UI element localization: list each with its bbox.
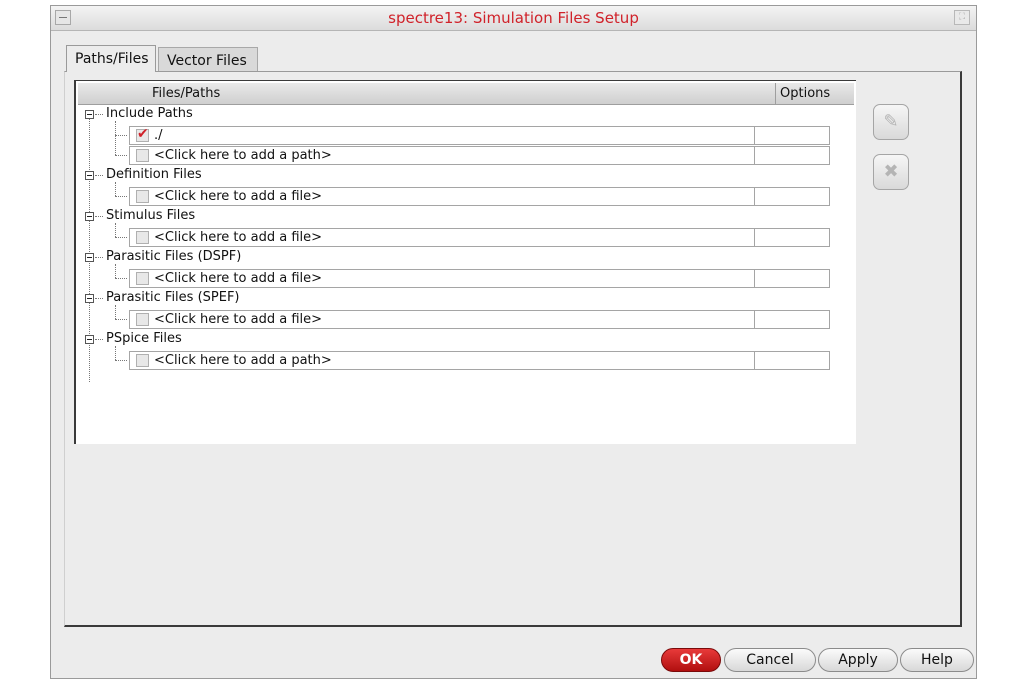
title-bar[interactable]: spectre13: Simulation Files Setup ⛶ (51, 6, 976, 31)
options-cell[interactable] (754, 310, 831, 329)
delete-icon: ✖ (883, 161, 899, 182)
include-checkbox[interactable] (136, 190, 149, 203)
maximize-button[interactable]: ⛶ (954, 10, 970, 25)
tree-connector (115, 155, 127, 156)
tree-connector (115, 346, 116, 360)
help-button[interactable]: Help (900, 648, 974, 672)
table-row[interactable]: <Click here to add a file> (129, 310, 830, 329)
tree-connector (115, 319, 127, 320)
tree-connector (115, 182, 116, 196)
column-header-options[interactable]: Options (780, 86, 830, 101)
ok-button[interactable]: OK (661, 648, 721, 672)
options-cell[interactable] (754, 351, 831, 370)
category-pspice-files: PSpice Files (106, 331, 182, 346)
tree-connector (115, 278, 127, 279)
tree-connector (115, 223, 116, 237)
tree-connector (115, 360, 127, 361)
tree-connector (115, 264, 116, 278)
table-row[interactable]: <Click here to add a file> (129, 187, 830, 206)
edit-button[interactable]: ✎ (873, 104, 909, 140)
path-value[interactable]: ./ (154, 128, 163, 143)
add-file-placeholder[interactable]: <Click here to add a file> (154, 312, 322, 327)
checkmark-icon: ✔ (137, 126, 149, 142)
window-title: spectre13: Simulation Files Setup (388, 9, 639, 27)
category-stimulus-files: Stimulus Files (106, 208, 196, 223)
tab-vector-files[interactable]: Vector Files (158, 47, 258, 71)
tab-paths-files[interactable]: Paths/Files (66, 45, 156, 72)
table-row[interactable]: ✔ ./ (129, 126, 830, 145)
files-tree[interactable]: Files/Paths Options Include Paths ✔ ./ <… (74, 80, 856, 444)
collapse-icon[interactable] (85, 294, 94, 303)
column-separator (775, 83, 776, 104)
include-checkbox[interactable] (136, 149, 149, 162)
collapse-icon[interactable] (85, 253, 94, 262)
tree-connector (95, 175, 103, 176)
options-cell[interactable] (754, 269, 831, 288)
collapse-icon[interactable] (85, 171, 94, 180)
include-checkbox[interactable] (136, 313, 149, 326)
edit-icon: ✎ (883, 111, 899, 132)
category-definition-files: Definition Files (106, 167, 202, 182)
tree-connector (115, 305, 116, 319)
options-cell[interactable] (754, 228, 831, 247)
add-file-placeholder[interactable]: <Click here to add a file> (154, 230, 322, 245)
table-row[interactable]: <Click here to add a file> (129, 269, 830, 288)
tree-connector (115, 196, 127, 197)
add-path-placeholder[interactable]: <Click here to add a path> (154, 353, 332, 368)
options-cell[interactable] (754, 146, 831, 165)
column-header-files-paths[interactable]: Files/Paths (152, 86, 220, 101)
category-parasitic-files-spef: Parasitic Files (SPEF) (106, 290, 240, 305)
table-row[interactable]: <Click here to add a path> (129, 146, 830, 165)
collapse-icon[interactable] (85, 110, 94, 119)
category-include-paths: Include Paths (106, 106, 193, 121)
collapse-icon[interactable] (85, 212, 94, 221)
tree-connector (95, 298, 103, 299)
delete-button[interactable]: ✖ (873, 154, 909, 190)
include-checkbox[interactable] (136, 231, 149, 244)
table-row[interactable]: <Click here to add a file> (129, 228, 830, 247)
add-file-placeholder[interactable]: <Click here to add a file> (154, 271, 322, 286)
tree-connector (115, 135, 127, 136)
options-cell[interactable] (754, 126, 831, 145)
tree-header: Files/Paths Options (78, 83, 854, 105)
include-checkbox[interactable] (136, 272, 149, 285)
add-file-placeholder[interactable]: <Click here to add a file> (154, 189, 322, 204)
table-row[interactable]: <Click here to add a path> (129, 351, 830, 370)
apply-button[interactable]: Apply (818, 648, 898, 672)
tree-connector (95, 114, 103, 115)
tree-connector (115, 121, 116, 155)
tree-connector (95, 216, 103, 217)
options-cell[interactable] (754, 187, 831, 206)
tree-connector (95, 257, 103, 258)
tree-connector (115, 237, 127, 238)
include-checkbox[interactable] (136, 354, 149, 367)
cancel-button[interactable]: Cancel (724, 648, 816, 672)
collapse-icon[interactable] (85, 335, 94, 344)
category-parasitic-files-dspf: Parasitic Files (DSPF) (106, 249, 242, 264)
tree-connector (95, 339, 103, 340)
add-path-placeholder[interactable]: <Click here to add a path> (154, 148, 332, 163)
include-checkbox[interactable]: ✔ (136, 126, 149, 142)
